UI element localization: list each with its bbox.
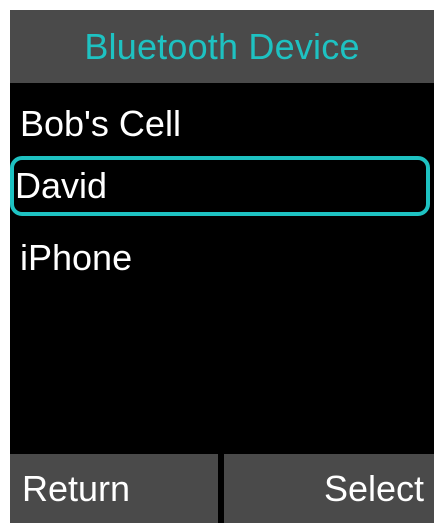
device-label: David	[15, 165, 108, 206]
softkey-bar: Return Select	[10, 454, 434, 523]
device-item-iphone[interactable]: iPhone	[10, 228, 432, 288]
return-softkey[interactable]: Return	[10, 454, 218, 523]
select-softkey[interactable]: Select	[224, 454, 434, 523]
title-bar: Bluetooth Device	[10, 10, 434, 83]
device-item-bobs-cell[interactable]: Bob's Cell	[10, 94, 432, 154]
device-label: iPhone	[20, 237, 133, 278]
phone-screen: Bluetooth Device Bob's Cell David iPhone…	[10, 10, 434, 523]
device-item-david[interactable]: David	[10, 156, 430, 216]
select-softkey-label: Select	[323, 467, 424, 509]
page-title: Bluetooth Device	[84, 25, 360, 67]
return-softkey-label: Return	[22, 467, 131, 509]
device-label: Bob's Cell	[20, 103, 181, 144]
